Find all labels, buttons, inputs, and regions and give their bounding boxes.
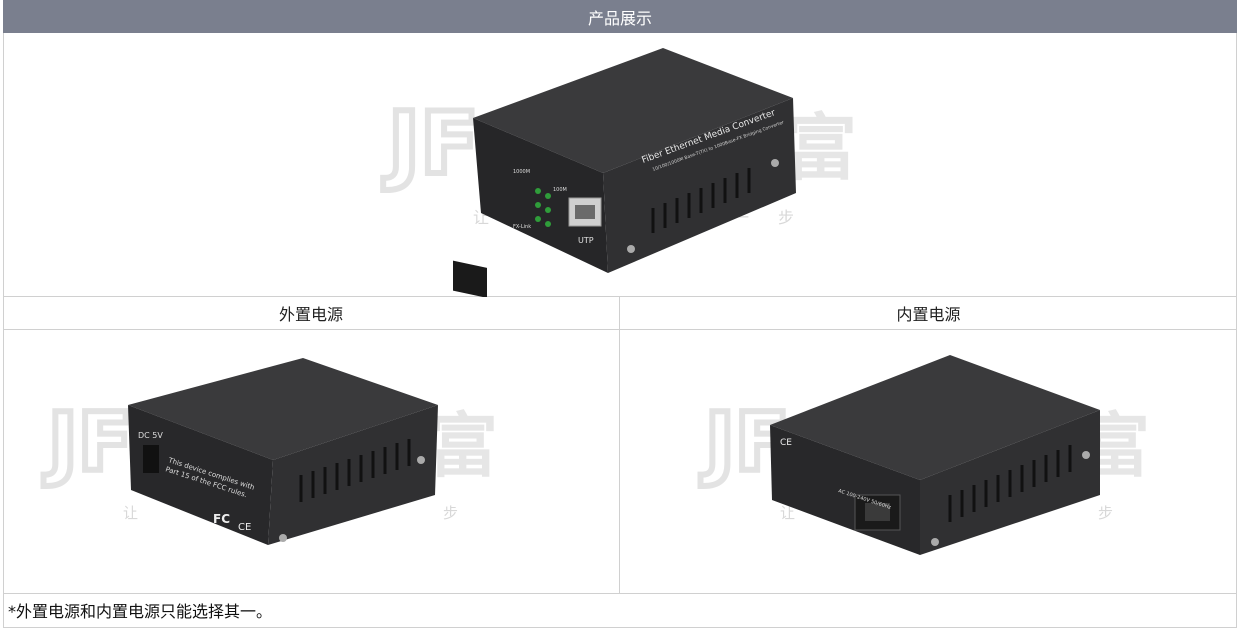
led-3 xyxy=(535,202,541,208)
device-top: 1000M 100M FX-Link UTP Fiber Ethernet Me… xyxy=(453,48,796,297)
led-6 xyxy=(545,221,551,227)
ext-screw-2 xyxy=(417,456,425,464)
external-device-illustration: JFOPT 嘉富 让 步 DC 5V This device complies … xyxy=(40,358,498,545)
dc-jack xyxy=(143,445,159,473)
header-title: 产品展示 xyxy=(587,8,652,28)
led-label-100m: 100M xyxy=(553,187,567,193)
main-device-illustration: JFOPT 嘉富 让 您 更 进 一 步 xyxy=(380,48,857,297)
led-2 xyxy=(545,193,551,199)
int-screw-1 xyxy=(931,538,939,546)
led-4 xyxy=(545,207,551,213)
ext-fc-mark: FC xyxy=(213,512,230,526)
label-internal-power: 内置电源 xyxy=(620,297,1237,330)
ext-dc-label: DC 5V xyxy=(138,431,163,440)
wm-right-slogan-5: 步 xyxy=(1098,504,1113,522)
footnote: *外置电源和内置电源只能选择其一。 xyxy=(8,602,273,621)
led-label-1000m: 1000M xyxy=(513,169,530,175)
screw-1 xyxy=(627,245,635,253)
label-external-power: 外置电源 xyxy=(3,297,620,330)
wm-slogan-5: 步 xyxy=(778,208,794,227)
ext-screw-1 xyxy=(279,534,287,542)
led-5 xyxy=(535,216,541,222)
screw-2 xyxy=(771,159,779,167)
main-product-image: JFOPT 嘉富 让 您 更 进 一 步 xyxy=(3,33,1237,297)
ext-ce-mark: CE xyxy=(238,522,251,533)
led-label-fx: FX-Link xyxy=(513,224,531,230)
port-label-utp: UTP xyxy=(578,236,594,245)
sc-connector xyxy=(453,260,487,297)
led-1 xyxy=(535,188,541,194)
wm-left-slogan-5: 步 xyxy=(443,504,458,522)
external-power-label: 外置电源 xyxy=(278,305,343,324)
wm-left-slogan-0: 让 xyxy=(123,504,138,522)
external-power-image: JFOPT 嘉富 让 步 DC 5V This device complies … xyxy=(3,330,620,594)
internal-device-illustration: JFOPT 嘉富 让 步 AC 100-240V 50/60Hz CE xyxy=(697,355,1150,555)
internal-power-label: 内置电源 xyxy=(896,305,961,324)
section-header: 产品展示 xyxy=(3,0,1237,33)
int-screw-2 xyxy=(1082,451,1090,459)
internal-power-image: JFOPT 嘉富 让 步 AC 100-240V 50/60Hz CE xyxy=(620,330,1237,594)
int-ce-mark: CE xyxy=(780,438,792,448)
